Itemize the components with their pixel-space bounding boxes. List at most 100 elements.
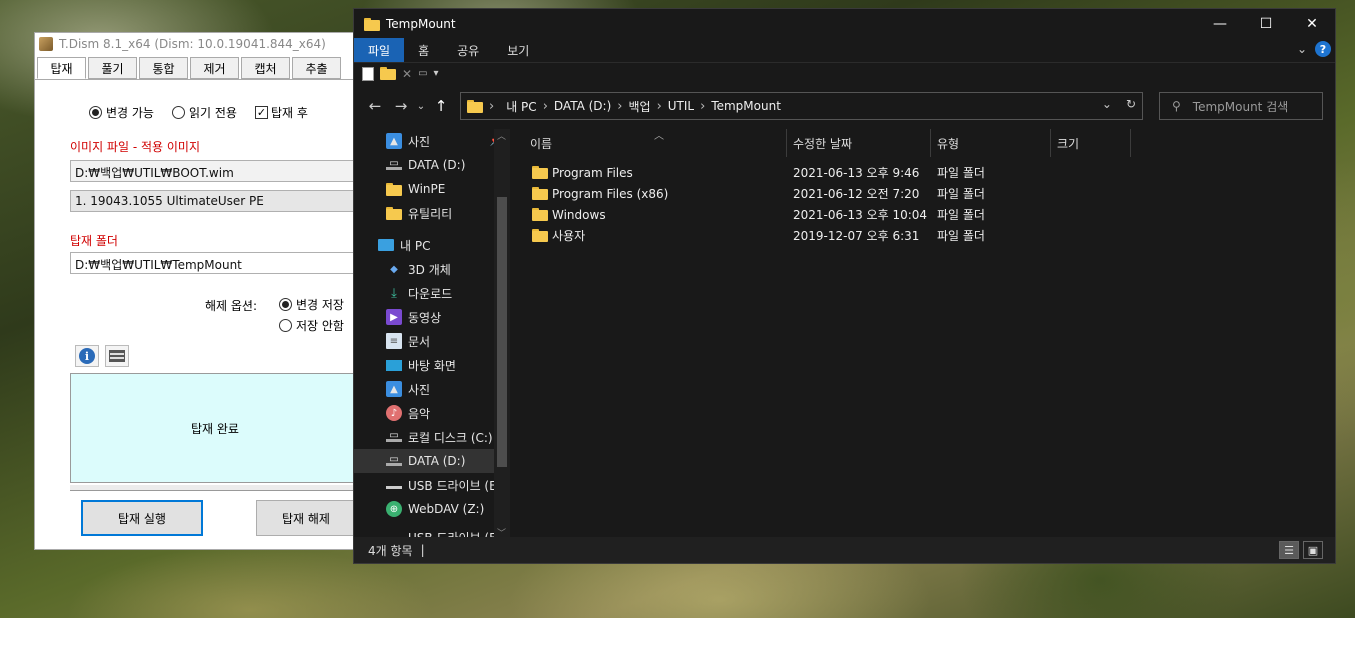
ribbon-tab-file[interactable]: 파일	[354, 38, 405, 62]
ribbon-tab-view[interactable]: 보기	[493, 38, 543, 62]
network-drive-icon: ⊕	[386, 501, 402, 517]
info-icon: i	[79, 348, 95, 364]
log-button[interactable]	[105, 345, 129, 367]
ribbon-tab-share[interactable]: 공유	[443, 38, 493, 62]
nav-item-utilities[interactable]: 유틸리티	[354, 201, 510, 225]
desktop-icon	[386, 359, 402, 371]
nav-item-3d-objects[interactable]: ◆ 3D 개체	[354, 257, 510, 281]
rename-icon[interactable]: ▭	[418, 68, 427, 79]
help-icon[interactable]: ?	[1315, 41, 1331, 57]
forward-icon[interactable]: →	[388, 97, 414, 115]
download-icon: ⤓	[391, 285, 397, 301]
nav-item-local-disk-c[interactable]: ▭ 로컬 디스크 (C:)	[354, 425, 510, 449]
up-icon[interactable]: ↑	[428, 97, 454, 115]
nav-item-data-d[interactable]: ▭ DATA (D:)	[354, 449, 510, 473]
scroll-thumb[interactable]	[497, 197, 507, 467]
nav-item-data-drive[interactable]: ▭ DATA (D:)	[354, 153, 510, 177]
folder-icon	[364, 17, 380, 31]
nav-scrollbar[interactable]: ︿ ﹀	[494, 129, 510, 539]
file-row[interactable]: Windows 2021-06-13 오후 10:04 파일 폴더	[514, 204, 1336, 225]
nav-item-desktop[interactable]: 바탕 화면	[354, 353, 510, 377]
nav-item-downloads[interactable]: ⤓ 다운로드	[354, 281, 510, 305]
minimize-button[interactable]: —	[1197, 9, 1243, 38]
maximize-button[interactable]: ☐	[1243, 9, 1289, 38]
checkbox-after-mount[interactable]: ✓ 탑재 후	[254, 104, 308, 121]
pc-icon	[378, 239, 394, 251]
folder-icon	[386, 182, 402, 196]
file-row[interactable]: Program Files 2021-06-13 오후 9:46 파일 폴더	[514, 162, 1336, 183]
search-icon: ⚲	[1172, 99, 1181, 113]
details-view-icon[interactable]: ☰	[1279, 541, 1299, 559]
back-icon[interactable]: ←	[362, 97, 388, 115]
radio-read-only[interactable]: 읽기 전용	[171, 104, 237, 121]
breadcrumb-pc[interactable]: 내 PC	[506, 98, 536, 115]
ribbon-tab-home[interactable]: 홈	[404, 38, 443, 62]
tab-export[interactable]: 추출	[292, 57, 341, 79]
image-index-select[interactable]: 1. 19043.1055 UltimateUser PE	[70, 190, 360, 212]
breadcrumb-tempmount[interactable]: TempMount	[711, 99, 781, 113]
photos-icon: ▲	[386, 133, 402, 149]
photos-icon: ▲	[386, 381, 402, 397]
nav-item-videos[interactable]: ▶ 동영상	[354, 305, 510, 329]
tab-integrate[interactable]: 통합	[139, 57, 188, 79]
nav-item-pictures[interactable]: ▲ 사진	[354, 377, 510, 401]
tab-divider	[35, 79, 355, 80]
nav-item-photos-pinned[interactable]: ▲사진📌	[354, 129, 510, 153]
close-button[interactable]: ✕	[1289, 9, 1335, 38]
address-dropdown-icon[interactable]: ⌄	[1102, 97, 1112, 111]
large-icons-view-icon[interactable]: ▣	[1303, 541, 1323, 559]
unmount-button[interactable]: 탑재 해제	[256, 500, 356, 536]
tab-capture[interactable]: 캡처	[241, 57, 290, 79]
tdism-window: T.Dism 8.1_x64 (Dism: 10.0.19041.844_x64…	[34, 32, 360, 550]
folder-icon	[386, 206, 402, 220]
column-name[interactable]: 이름	[514, 129, 787, 157]
tab-remove[interactable]: 제거	[190, 57, 239, 79]
nav-item-webdav[interactable]: ⊕ WebDAV (Z:)	[354, 497, 510, 521]
radio-read-write[interactable]: 변경 가능	[89, 104, 154, 121]
breadcrumb-data-drive[interactable]: DATA (D:)	[554, 99, 611, 113]
recent-locations-icon[interactable]: ⌄	[414, 101, 428, 112]
column-size[interactable]: 크기	[1051, 129, 1131, 157]
info-button[interactable]: i	[75, 345, 99, 367]
address-bar[interactable]: › 내 PC › DATA (D:) › 백업 › UTIL › TempMou…	[460, 92, 1143, 120]
radio-discard-changes[interactable]: 저장 안함	[279, 317, 344, 334]
search-input[interactable]: ⚲ TempMount 검색	[1159, 92, 1323, 120]
drive-icon: ▭	[386, 430, 402, 442]
list-icon	[109, 350, 125, 362]
tdism-tabs: 탑재 풀기 통합 제거 캡처 추출	[37, 57, 341, 79]
column-type[interactable]: 유형	[931, 129, 1051, 157]
nav-item-winpe[interactable]: WinPE	[354, 177, 510, 201]
app-icon	[39, 37, 53, 51]
breadcrumb-util[interactable]: UTIL	[668, 99, 694, 113]
nav-item-music[interactable]: ♪ 음악	[354, 401, 510, 425]
new-folder-icon[interactable]	[380, 67, 396, 80]
image-path-field[interactable]: D:₩백업₩UTIL₩BOOT.wim	[70, 160, 360, 182]
file-row[interactable]: Program Files (x86) 2021-06-12 오전 7:20 파…	[514, 183, 1336, 204]
unmount-options-label: 해제 옵션:	[205, 299, 258, 313]
folder-icon	[532, 229, 548, 242]
column-header-row: ︿ 이름 수정한 날짜 유형 크기	[514, 129, 1336, 157]
explorer-titlebar: TempMount — ☐ ✕	[354, 9, 1335, 38]
refresh-icon[interactable]: ↻	[1126, 97, 1136, 111]
nav-item-documents[interactable]: ≡ 문서	[354, 329, 510, 353]
tab-mount[interactable]: 탑재	[37, 57, 86, 79]
mount-folder-field[interactable]: D:₩백업₩UTIL₩TempMount	[70, 252, 360, 274]
mount-run-button[interactable]: 탑재 실행	[81, 500, 203, 536]
breadcrumb-backup[interactable]: 백업	[628, 98, 650, 115]
properties-icon[interactable]	[362, 66, 374, 81]
delete-icon[interactable]: ✕	[402, 67, 412, 81]
radio-save-changes[interactable]: 변경 저장	[279, 296, 344, 313]
usb-icon	[386, 481, 402, 489]
nav-item-this-pc[interactable]: 내 PC	[354, 233, 510, 257]
ribbon-tabs: 파일 홈 공유 보기 ⌄ ?	[354, 38, 1335, 62]
explorer-title: TempMount	[386, 16, 456, 31]
music-icon: ♪	[386, 405, 402, 421]
customize-toolbar-icon[interactable]: ▾	[434, 68, 439, 79]
nav-item-usb-drive[interactable]: USB 드라이브 (E	[354, 473, 510, 497]
address-row: ← → ⌄ ↑ › 내 PC › DATA (D:) › 백업 › UTIL ›…	[354, 84, 1335, 128]
tab-extract[interactable]: 풀기	[88, 57, 137, 79]
file-row[interactable]: 사용자 2019-12-07 오후 6:31 파일 폴더	[514, 225, 1336, 246]
chevron-down-icon[interactable]: ⌄	[1297, 42, 1307, 56]
scroll-up-icon[interactable]: ︿	[497, 129, 506, 142]
column-date-modified[interactable]: 수정한 날짜	[787, 129, 931, 157]
